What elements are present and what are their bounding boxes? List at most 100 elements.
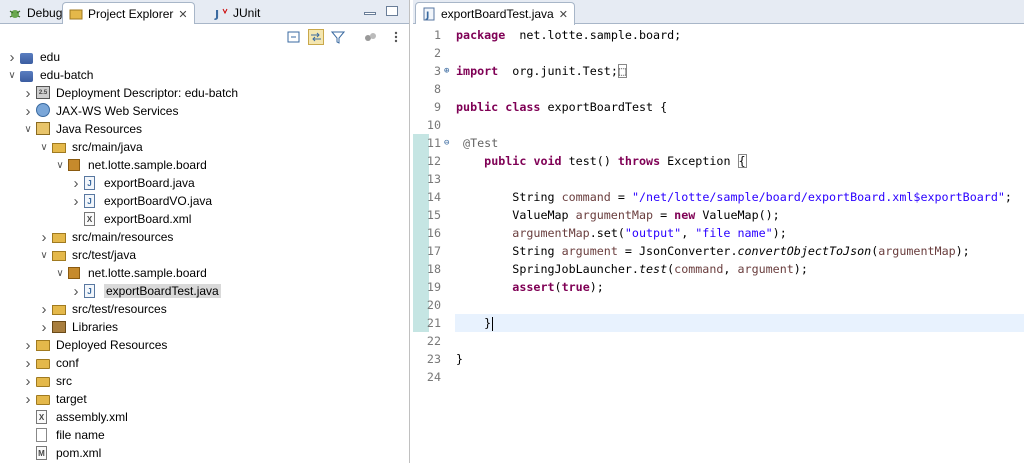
chevron-right-icon[interactable]: › xyxy=(38,319,50,336)
java-file-icon: J xyxy=(422,7,436,21)
folder-icon xyxy=(36,391,52,407)
line-number: 13 xyxy=(426,172,441,186)
tab-label: exportBoardTest.java xyxy=(441,7,554,21)
tree-item[interactable]: ∨ src/test/java xyxy=(38,246,136,264)
tree-item[interactable]: › target xyxy=(22,390,87,408)
tree-item[interactable]: › edu xyxy=(6,48,61,66)
chevron-right-icon[interactable]: › xyxy=(70,175,82,192)
tree-item[interactable]: ∨ src/main/java xyxy=(38,138,142,156)
tab-junit[interactable]: J JUnit xyxy=(208,2,266,24)
tree-item[interactable]: › JexportBoardVO.java xyxy=(70,192,213,210)
code-token: "output" xyxy=(624,226,682,240)
code-token: test xyxy=(638,262,668,276)
libraries-icon xyxy=(52,319,68,335)
line-number: 18 xyxy=(426,262,441,276)
collapse-fold-icon[interactable]: ⊖ xyxy=(444,134,454,152)
code-token: new xyxy=(674,208,696,222)
code-token: void xyxy=(533,154,562,168)
tree-item[interactable]: › Deployed Resources xyxy=(22,336,168,354)
maximize-icon[interactable] xyxy=(386,6,398,16)
chevron-right-icon[interactable]: › xyxy=(70,193,82,210)
tree-item[interactable]: › JAX-WS Web Services xyxy=(22,102,179,120)
chevron-right-icon[interactable]: › xyxy=(22,85,34,102)
tree-item[interactable]: › Libraries xyxy=(38,318,119,336)
code-token: true xyxy=(561,280,590,294)
line-number: 8 xyxy=(433,82,441,96)
chevron-down-icon[interactable]: ∨ xyxy=(6,69,18,81)
line-number: 10 xyxy=(426,118,441,132)
code-line: @Test xyxy=(456,134,498,152)
code-token: } xyxy=(456,352,464,366)
code-token: command xyxy=(674,262,724,276)
line-number-gutter: 1 2 3 8 9 10 11 12 13 14 15 16 17 18 19 20 21 22 23 24 xyxy=(413,24,443,463)
code-token: package xyxy=(456,28,506,42)
tree-item-label: file name xyxy=(56,428,105,442)
tree-item[interactable]: Xassembly.xml xyxy=(22,408,128,426)
tree-item[interactable]: ∨ Java Resources xyxy=(22,120,142,138)
code-token: command xyxy=(561,190,611,204)
chevron-right-icon[interactable]: › xyxy=(22,337,34,354)
filter-icon[interactable] xyxy=(330,29,346,45)
tab-debug[interactable]: Debug xyxy=(2,2,68,24)
tree-item[interactable]: ∨ net.lotte.sample.board xyxy=(54,264,206,282)
chevron-right-icon[interactable]: › xyxy=(22,391,34,408)
chevron-right-icon[interactable]: › xyxy=(70,283,82,300)
tree-item[interactable]: › 2.5 Deployment Descriptor: edu-batch xyxy=(22,84,239,102)
tree-item[interactable]: › conf xyxy=(22,354,79,372)
tree-item[interactable]: file name xyxy=(22,426,105,444)
tree-item[interactable]: › src xyxy=(22,372,73,390)
tree-item[interactable]: XexportBoard.xml xyxy=(70,210,191,228)
tree-item[interactable]: › src/test/resources xyxy=(38,300,167,318)
view-menu-icon[interactable] xyxy=(388,29,404,45)
code-token: , xyxy=(681,226,696,240)
maven-pom-icon: M xyxy=(36,445,52,461)
chevron-right-icon[interactable]: › xyxy=(22,355,34,372)
line-number: 12 xyxy=(426,154,441,168)
close-icon[interactable]: ✕ xyxy=(559,8,568,21)
code-token: public xyxy=(456,100,499,114)
chevron-right-icon[interactable]: › xyxy=(22,373,34,390)
chevron-down-icon[interactable]: ∨ xyxy=(38,249,50,261)
tree-item-label: net.lotte.sample.board xyxy=(88,158,207,172)
tab-exportboardtest-java[interactable]: J exportBoardTest.java ✕ xyxy=(415,2,575,25)
chevron-right-icon[interactable]: › xyxy=(22,103,34,120)
tree-item[interactable]: › JexportBoardTest.java xyxy=(70,282,221,300)
chevron-down-icon[interactable]: ∨ xyxy=(38,141,50,153)
code-line: public void test() throws Exception { xyxy=(456,152,747,170)
chevron-down-icon[interactable]: ∨ xyxy=(22,123,34,135)
chevron-down-icon[interactable]: ∨ xyxy=(54,267,66,279)
code-token: class xyxy=(505,100,541,114)
tree-item[interactable]: ∨ edu-batch xyxy=(6,66,93,84)
link-with-editor-icon[interactable] xyxy=(308,29,324,45)
code-editor[interactable]: 1 2 3 8 9 10 11 12 13 14 15 16 17 18 19 20 21 22 23 24 pack… xyxy=(413,24,1024,463)
collapse-all-icon[interactable] xyxy=(286,29,302,45)
chevron-right-icon[interactable]: › xyxy=(6,49,18,66)
chevron-right-icon[interactable]: › xyxy=(38,229,50,246)
tree-item[interactable]: ∨ net.lotte.sample.board xyxy=(54,156,207,174)
tab-label: JUnit xyxy=(233,6,261,20)
deployed-resources-icon xyxy=(36,337,52,353)
source-folder-icon xyxy=(52,139,68,155)
chevron-down-icon[interactable]: ∨ xyxy=(54,159,66,171)
focus-icon[interactable] xyxy=(362,29,378,45)
tab-project-explorer[interactable]: Project Explorer ✕ xyxy=(62,2,195,25)
expand-fold-icon[interactable]: ⊕ xyxy=(444,62,454,80)
code-token: argumentMap xyxy=(512,226,590,240)
minimize-icon[interactable] xyxy=(364,12,376,15)
tree-item[interactable]: › src/main/resources xyxy=(38,228,174,246)
code-token: assert xyxy=(512,280,555,294)
code-token: = JsonConverter. xyxy=(617,244,738,258)
code-token: @Test xyxy=(463,136,499,150)
tree-item-label: Libraries xyxy=(72,320,119,334)
tree-item[interactable]: Mpom.xml xyxy=(22,444,101,462)
close-icon[interactable]: ✕ xyxy=(178,8,187,21)
chevron-right-icon[interactable]: › xyxy=(38,301,50,318)
tree-item[interactable]: › JexportBoard.java xyxy=(70,174,195,192)
editor-tab-bar: J exportBoardTest.java ✕ xyxy=(413,0,1024,25)
